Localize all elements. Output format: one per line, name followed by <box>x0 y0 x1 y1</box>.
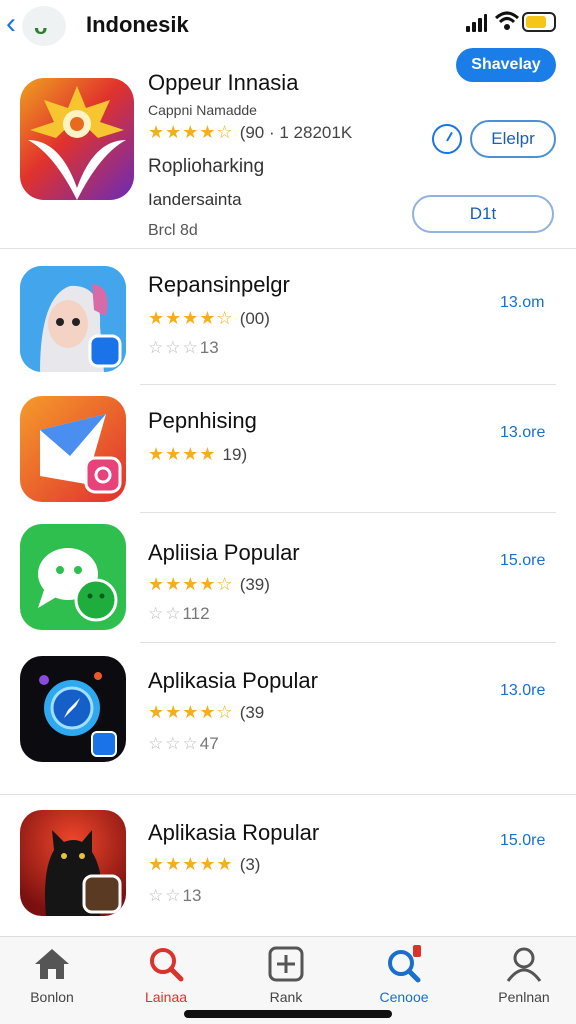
helper-button[interactable]: Elelpr <box>470 120 556 158</box>
featured-tagline: Roplioharking <box>148 156 265 177</box>
rating-stars-icon: ★★★★☆ <box>148 122 234 142</box>
app-title[interactable]: Aplikasia Popular <box>148 668 318 694</box>
tab-label: Rank <box>269 989 303 1005</box>
get-button[interactable]: D1t <box>412 195 554 233</box>
battery-icon <box>522 12 556 32</box>
tab-label: Bonlon <box>30 989 74 1005</box>
featured-app-title[interactable]: Oppeur Innasia <box>148 70 298 96</box>
wifi-icon <box>494 10 520 32</box>
app-meta: ☆☆13 <box>148 886 202 905</box>
tab-label: Lainaa <box>144 989 188 1005</box>
app-title[interactable]: Pepnhising <box>148 408 257 434</box>
tab-label: Cenooe <box>379 989 429 1005</box>
divider <box>140 512 556 513</box>
featured-age: Brcl 8d <box>148 222 198 239</box>
app-size: 13.om <box>500 294 545 311</box>
app-icon[interactable] <box>20 396 126 502</box>
tab-home[interactable]: Bonlon <box>4 945 100 1005</box>
app-icon[interactable] <box>20 656 126 762</box>
app-icon[interactable] <box>20 524 126 630</box>
brand-logo-icon: ᴗ <box>22 6 66 46</box>
app-size: 13.0re <box>500 682 546 699</box>
app-size: 13.ore <box>500 424 546 441</box>
featured-rating: ★★★★☆ (90 · 1 28201K <box>148 122 353 142</box>
search-badge-icon <box>385 945 423 983</box>
app-title[interactable]: Repansinpelgr <box>148 272 290 298</box>
rating-stars-icon: ★★★★☆ <box>148 702 234 722</box>
app-rating: ★★★★☆ (39) <box>148 574 270 594</box>
person-icon <box>505 945 543 983</box>
divider <box>0 248 576 249</box>
rating-stars-icon: ★★★★★ <box>148 854 234 874</box>
home-icon <box>33 945 71 983</box>
app-icon[interactable] <box>20 266 126 372</box>
rating-stars-icon: ★★★★ <box>148 444 217 464</box>
app-rating: ★★★★ 19) <box>148 444 248 464</box>
app-rating: ★★★★☆ (00) <box>148 308 270 328</box>
display-button[interactable]: Shavelay <box>456 48 556 82</box>
divider <box>140 384 556 385</box>
app-rating: ★★★★☆ (39 <box>148 702 265 722</box>
signal-icon <box>466 14 488 32</box>
featured-app-icon[interactable] <box>20 78 134 200</box>
app-size: 15.0re <box>500 832 546 849</box>
status-bar: ‹ ᴗ Indonesik <box>0 0 576 50</box>
divider <box>140 642 556 643</box>
page-title: Indonesik <box>86 12 189 37</box>
featured-category: Iandersainta <box>148 190 242 209</box>
tab-rank[interactable]: Rank <box>238 945 334 1005</box>
tab-search[interactable]: Lainaa <box>118 945 214 1005</box>
tab-label: Penlnan <box>498 989 550 1005</box>
rating-stars-icon: ★★★★☆ <box>148 574 234 594</box>
app-title[interactable]: Apliisia Popular <box>148 540 300 566</box>
app-meta: ☆☆☆13 <box>148 338 219 357</box>
clock-icon[interactable] <box>432 124 462 154</box>
app-meta: ☆☆☆47 <box>148 734 219 753</box>
app-rating: ★★★★★ (3) <box>148 854 261 874</box>
rating-stars-icon: ★★★★☆ <box>148 308 234 328</box>
plus-square-icon <box>267 945 305 983</box>
app-meta: ☆☆112 <box>148 604 210 623</box>
search-icon <box>147 945 185 983</box>
tab-profile[interactable]: Penlnan <box>476 945 572 1005</box>
app-title[interactable]: Aplikasia Ropular <box>148 820 319 846</box>
featured-app-developer: Cappni Namadde <box>148 102 257 118</box>
app-size: 15.ore <box>500 552 546 569</box>
tab-search-active[interactable]: Cenooe <box>356 945 452 1005</box>
home-indicator <box>184 1010 392 1018</box>
divider <box>0 794 576 795</box>
app-icon[interactable] <box>20 810 126 916</box>
